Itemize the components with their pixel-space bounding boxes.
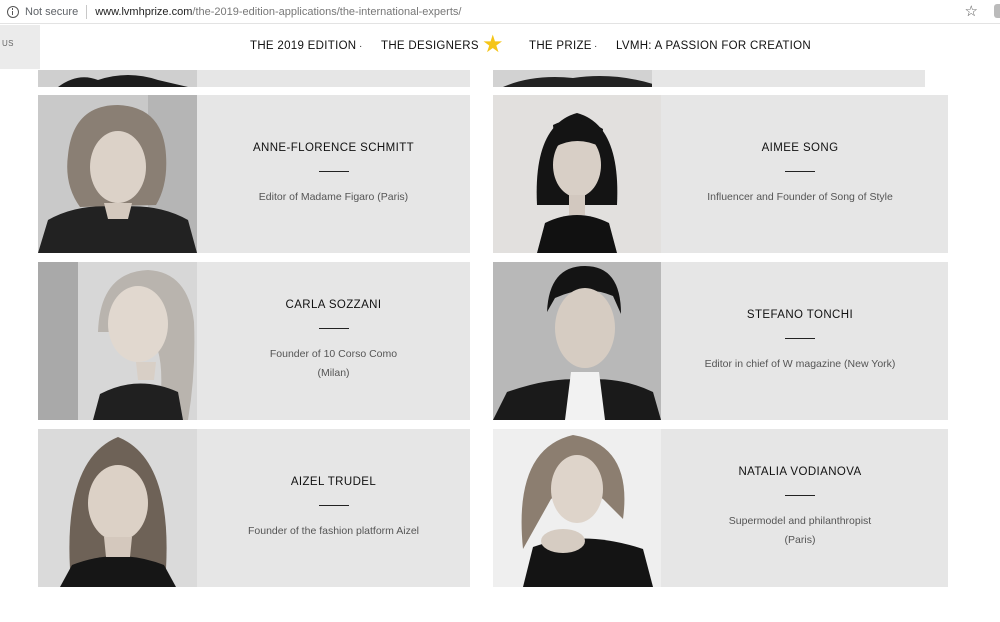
nav-separator: · [359,41,363,52]
url-host: www.lvmhprize.com [95,5,193,18]
security-label: Not secure [25,5,79,18]
expert-description-line-2: (Paris) [784,534,816,546]
divider [318,170,349,172]
expert-description: Influencer and Founder of Song of Style [707,190,893,203]
nav-item-designers[interactable]: THE DESIGNERS [381,40,479,52]
portrait-photo [38,429,197,587]
divider [318,504,349,506]
nav-item-2019-edition[interactable]: THE 2019 EDITION [250,40,356,52]
expert-description: Founder of the fashion platform Aizel [247,524,419,537]
portrait-photo [493,262,661,420]
expert-name: ANNE-FLORENCE SCHMITT [252,141,415,154]
nav-separator: · [594,41,598,52]
address-divider [86,4,88,19]
site-nav: US THE 2019 EDITION · THE DESIGNERS ★ TH… [0,25,1000,70]
expert-name: CARLA SOZZANI [285,299,382,311]
side-tab[interactable]: US [0,25,40,69]
bookmark-star-icon[interactable]: ☆ [965,3,978,21]
expert-card[interactable]: ANNE-FLORENCE SCHMITT Editor of Madame F… [38,95,470,253]
nav-item-lvmh-passion[interactable]: LVMH: A PASSION FOR CREATION [616,40,811,52]
divider [318,328,349,329]
expert-card[interactable]: NATALIA VODIANOVA Supermodel and philant… [493,429,948,587]
expert-description: Editor in chief of W magazine (New York) [704,357,896,370]
expert-card-partial[interactable] [493,70,925,87]
divider [785,495,815,496]
expert-card-partial[interactable] [38,70,470,87]
url-path: /the-2019-edition-applications/the-inter… [192,5,462,18]
divider [785,337,815,339]
expert-name: STEFANO TONCHI [746,308,854,321]
expert-name: NATALIA VODIANOVA [738,466,862,478]
nav-item-prize[interactable]: THE PRIZE [529,40,592,52]
url-text[interactable]: www.lvmhprize.com/the-2019-edition-appli… [95,6,461,18]
expert-name: AIZEL TRUDEL [290,475,377,488]
expert-description: Supermodel and philanthropist [728,515,872,527]
expert-card[interactable]: AIMEE SONG Influencer and Founder of Son… [493,95,948,253]
portrait-photo [493,70,652,87]
expert-card[interactable]: CARLA SOZZANI Founder of 10 Corso Como (… [38,262,470,420]
portrait-photo [493,429,661,587]
expert-description: Editor of Madame Figaro (Paris) [258,190,409,203]
expert-description: Founder of 10 Corso Como [269,348,398,360]
profile-icon[interactable] [994,4,1000,18]
portrait-photo [493,95,661,253]
expert-name: AIMEE SONG [761,141,839,154]
browser-address-bar[interactable]: Not secure www.lvmhprize.com/the-2019-ed… [0,0,1000,24]
portrait-photo [38,95,197,253]
info-icon[interactable] [7,5,19,18]
portrait-photo [38,70,197,87]
expert-description-line-2: (Milan) [317,367,350,379]
star-logo-icon[interactable]: ★ [482,31,504,59]
portrait-photo [38,262,197,420]
divider [785,170,815,172]
expert-card[interactable]: AIZEL TRUDEL Founder of the fashion plat… [38,429,470,587]
expert-card[interactable]: STEFANO TONCHI Editor in chief of W maga… [493,262,948,420]
